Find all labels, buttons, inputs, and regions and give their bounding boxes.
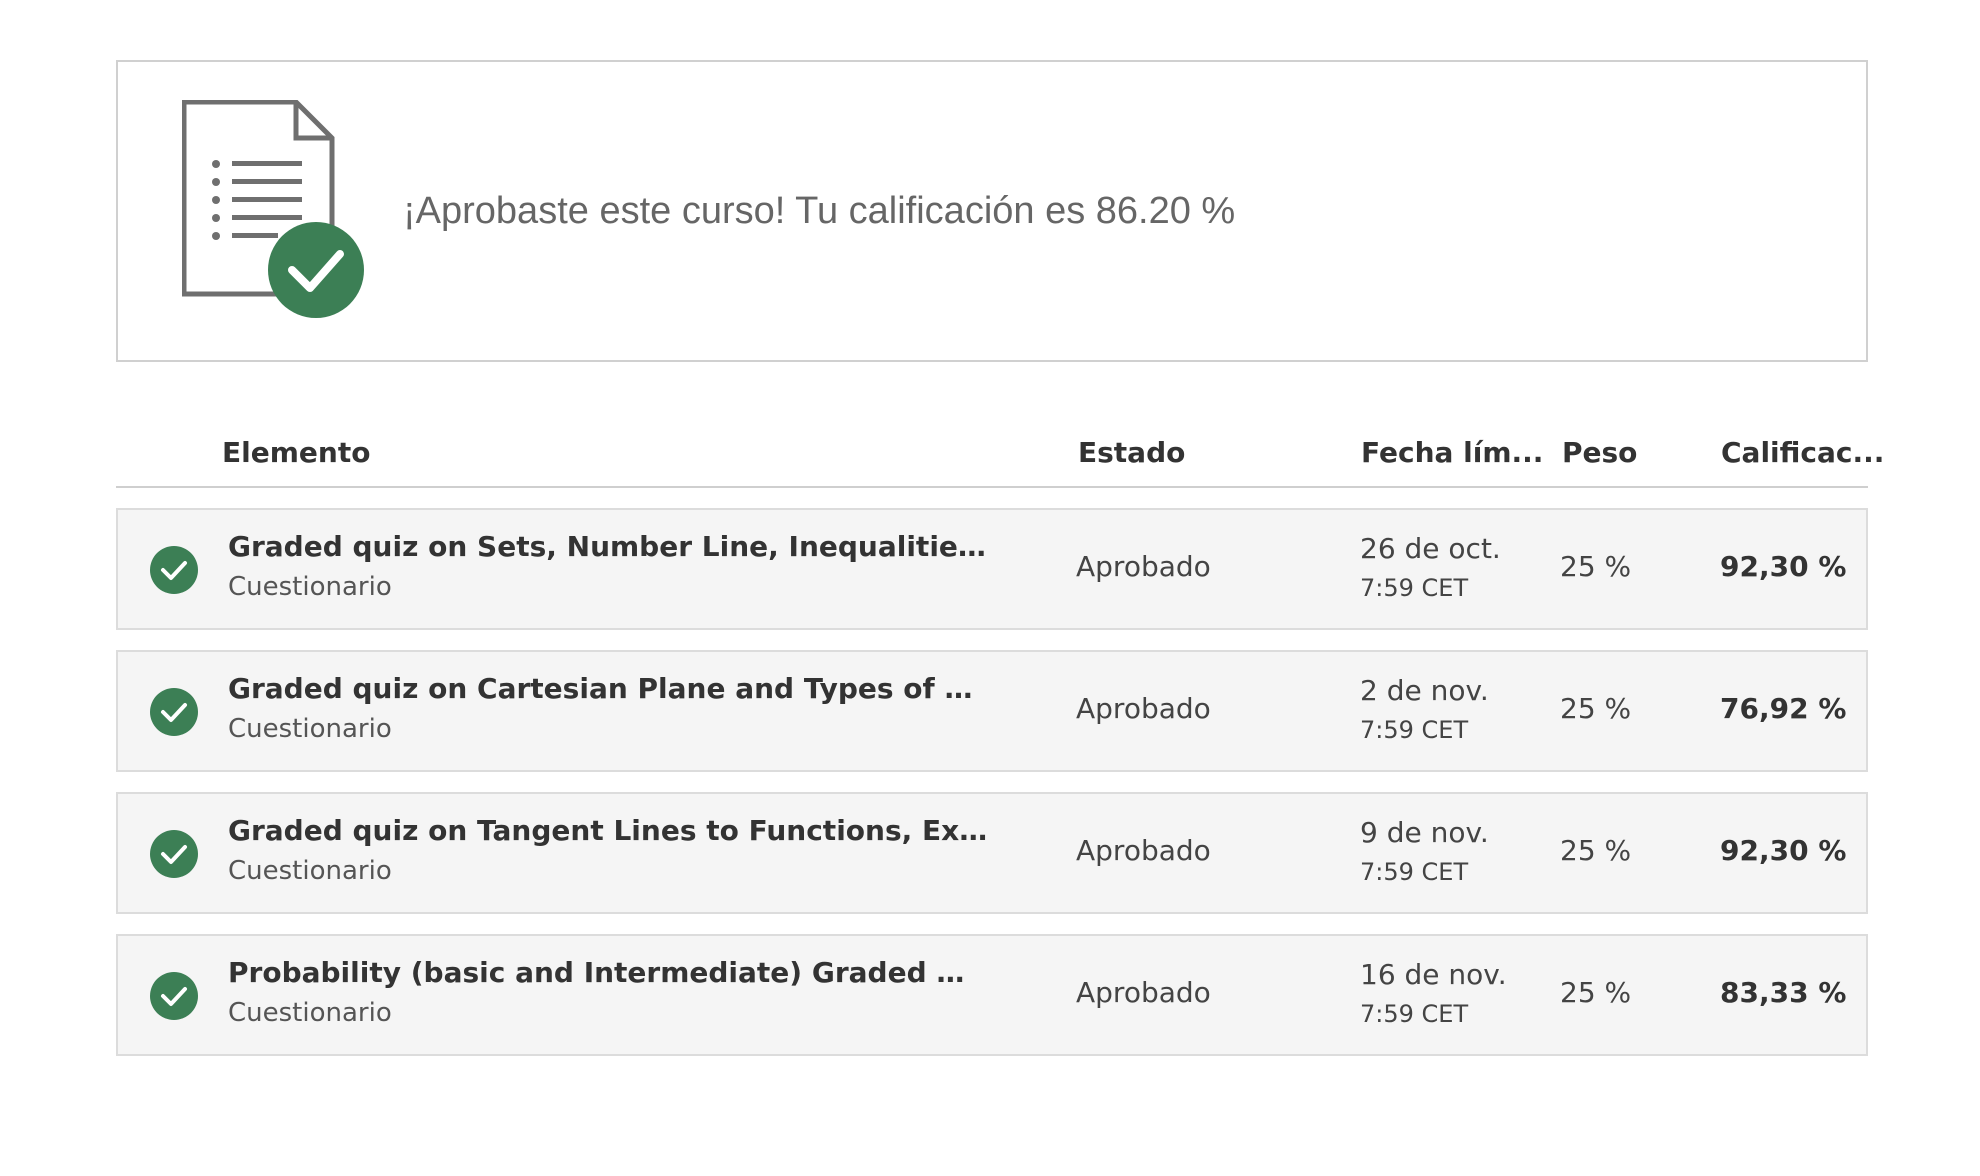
column-header-status[interactable]: Estado — [1078, 436, 1185, 469]
column-header-grade[interactable]: Calificac... — [1721, 436, 1884, 469]
due-date: 2 de nov. — [1360, 674, 1489, 707]
check-circle-icon — [150, 972, 198, 1020]
weight-value: 25 % — [1560, 550, 1632, 583]
assignment-title-link[interactable]: Graded quiz on Tangent Lines to Function… — [228, 814, 988, 847]
assignment-title-link[interactable]: Graded quiz on Sets, Number Line, Inequa… — [228, 530, 988, 563]
course-passed-banner: ¡Aprobaste este curso! Tu calificación e… — [116, 60, 1868, 362]
assignment-type: Cuestionario — [228, 998, 392, 1028]
assignment-type: Cuestionario — [228, 714, 392, 744]
document-check-icon — [182, 100, 372, 320]
column-header-item[interactable]: Elemento — [222, 436, 370, 469]
column-header-weight[interactable]: Peso — [1562, 436, 1637, 469]
due-date: 9 de nov. — [1360, 816, 1489, 849]
assignment-type: Cuestionario — [228, 572, 392, 602]
due-time: 7:59 CET — [1360, 1000, 1469, 1028]
table-row[interactable]: Graded quiz on Tangent Lines to Function… — [116, 792, 1868, 914]
weight-value: 25 % — [1560, 976, 1632, 1009]
status-text: Aprobado — [1076, 550, 1211, 583]
table-header: Elemento Estado Fecha lím... Peso Califi… — [116, 420, 1884, 488]
grade-value: 76,92 % — [1720, 692, 1847, 725]
due-date: 16 de nov. — [1360, 958, 1507, 991]
assignment-type: Cuestionario — [228, 856, 392, 886]
assignment-title-link[interactable]: Probability (basic and Intermediate) Gra… — [228, 956, 988, 989]
grade-value: 92,30 % — [1720, 834, 1847, 867]
status-text: Aprobado — [1076, 692, 1211, 725]
weight-value: 25 % — [1560, 692, 1632, 725]
course-result-message: ¡Aprobaste este curso! Tu calificación e… — [403, 189, 1236, 232]
status-text: Aprobado — [1076, 976, 1211, 1009]
check-circle-icon — [150, 546, 198, 594]
check-circle-icon — [150, 688, 198, 736]
grade-value: 83,33 % — [1720, 976, 1847, 1009]
column-header-due-date[interactable]: Fecha lím... — [1361, 436, 1543, 469]
grade-value: 92,30 % — [1720, 550, 1847, 583]
status-text: Aprobado — [1076, 834, 1211, 867]
grades-table: Elemento Estado Fecha lím... Peso Califi… — [116, 420, 1884, 1056]
due-time: 7:59 CET — [1360, 716, 1469, 744]
table-row[interactable]: Probability (basic and Intermediate) Gra… — [116, 934, 1868, 1056]
due-time: 7:59 CET — [1360, 574, 1469, 602]
assignment-title-link[interactable]: Graded quiz on Cartesian Plane and Types… — [228, 672, 988, 705]
weight-value: 25 % — [1560, 834, 1632, 867]
due-time: 7:59 CET — [1360, 858, 1469, 886]
check-circle-icon — [150, 830, 198, 878]
due-date: 26 de oct. — [1360, 532, 1501, 565]
table-row[interactable]: Graded quiz on Sets, Number Line, Inequa… — [116, 508, 1868, 630]
table-row[interactable]: Graded quiz on Cartesian Plane and Types… — [116, 650, 1868, 772]
